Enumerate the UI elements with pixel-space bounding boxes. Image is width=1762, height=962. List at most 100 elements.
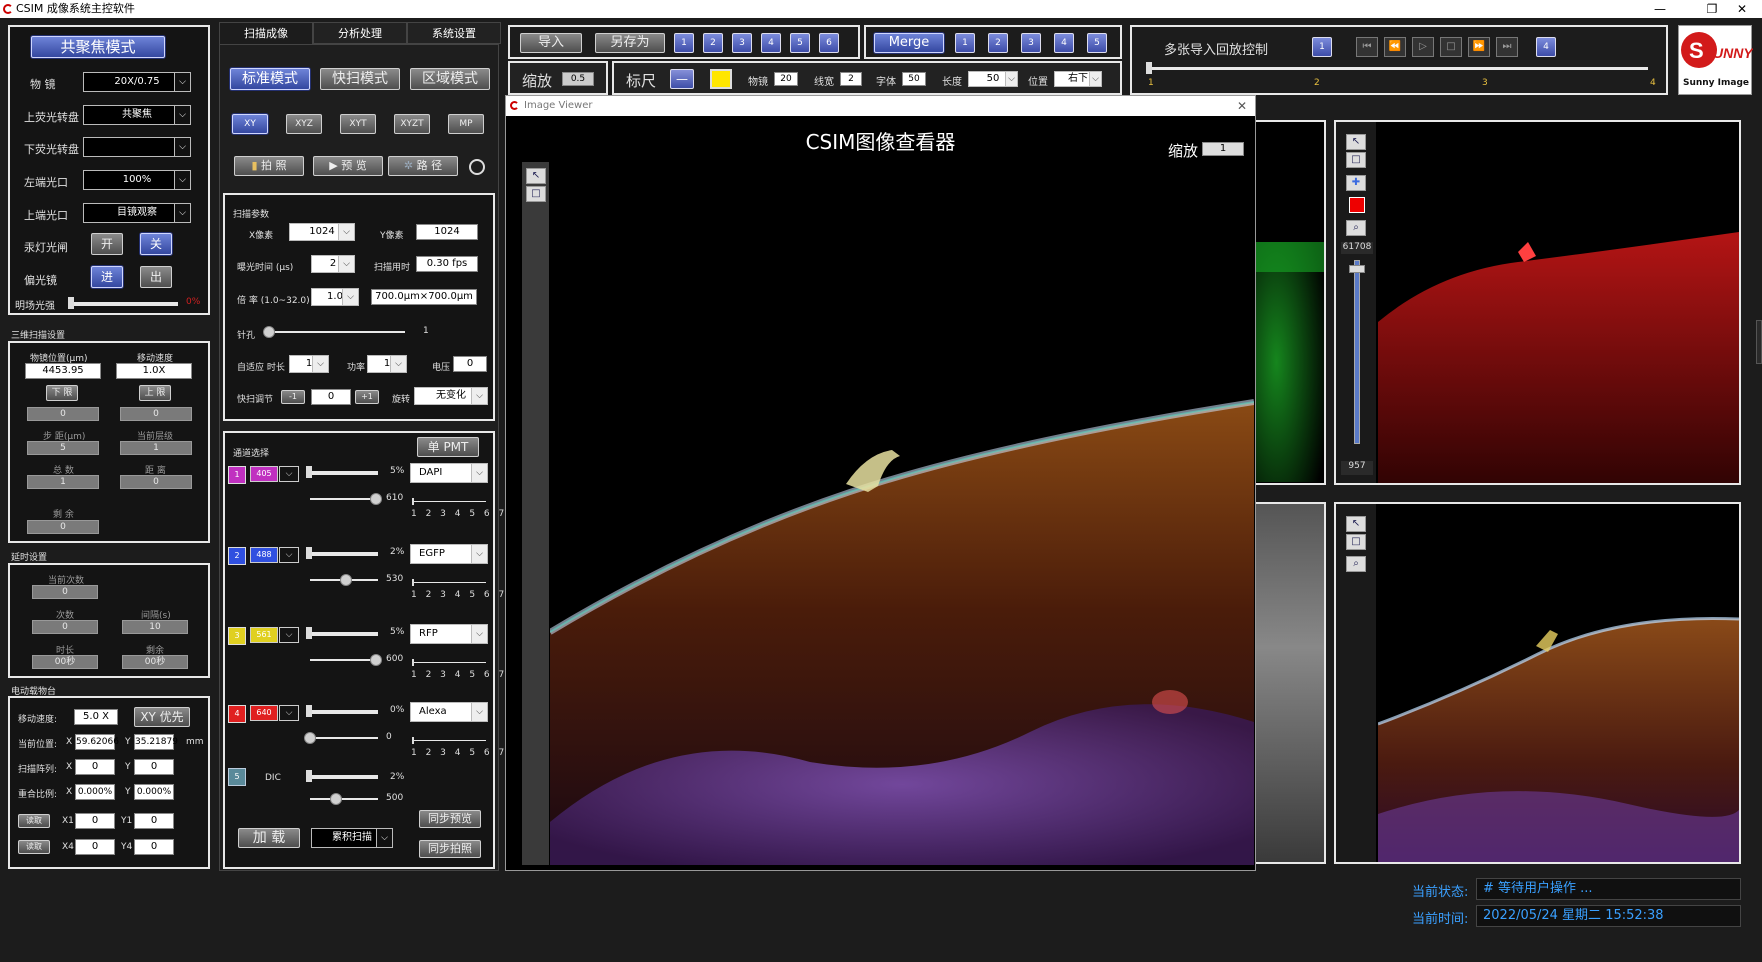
detector-handle[interactable] [412,579,414,586]
gain-slider[interactable] [310,737,378,739]
last-frame-icon[interactable]: ⏭ [1496,37,1518,57]
upper-limit-button[interactable]: 上 限 [139,385,171,401]
playback-end-button[interactable]: 4 [1536,37,1556,57]
playback-start-button[interactable]: 1 [1312,37,1332,57]
save-as-button[interactable]: 另存为 [595,33,665,53]
rewind-icon[interactable]: ⏪ [1384,37,1406,57]
scan-type-xyzt[interactable]: XYZT [394,114,430,134]
ruler-obj-field[interactable]: 20 [774,72,798,86]
laser-power-slider[interactable] [306,471,378,475]
preview-button[interactable]: ▶ 预 览 [313,156,383,176]
ruler-font-field[interactable]: 50 [902,72,926,86]
scan-x-field[interactable]: 0 [75,759,115,775]
gain-slider-handle[interactable] [304,732,316,744]
rect-select-icon[interactable]: □ [1346,534,1366,550]
fast-scan-mode-button[interactable]: 快扫模式 [320,68,400,90]
voltage-field[interactable]: 0 [453,356,487,372]
laser-power-slider[interactable] [306,710,378,714]
viewer-zoom-field[interactable]: 1 [1202,142,1244,156]
detector-slider[interactable] [412,501,486,502]
scan-y-field[interactable]: 0 [134,759,174,775]
upper-fl-select[interactable]: 共聚焦 ⌵ [83,105,191,125]
gain-slider-handle[interactable] [339,574,352,586]
top-zoom-field[interactable]: 0.5 [562,72,594,86]
merge-view-button-4[interactable]: 4 [1054,33,1074,53]
x1-field[interactable]: 0 [75,813,115,829]
dye-select[interactable]: RFP ⌵ [410,624,488,644]
confocal-mode-button[interactable]: 共聚焦模式 [31,36,165,58]
channel-view-button-2[interactable]: 2 [703,33,723,53]
x-pixel-select[interactable]: 1024 ⌵ [289,223,355,241]
top-port-select[interactable]: 目镜观察 ⌵ [83,203,191,223]
lower-limit-button[interactable]: 下 限 [46,385,78,401]
brightfield-slider-handle[interactable] [68,297,74,309]
laser-power-handle[interactable] [306,627,312,639]
polarizer-in-button[interactable]: 进 [91,266,123,288]
stage-speed-field[interactable]: 5.0 X [74,709,118,725]
pinhole-slider-track[interactable] [265,331,405,333]
power-select[interactable]: 1 ⌵ [367,355,407,373]
move-speed-field[interactable]: 1.0X [116,363,192,379]
pinhole-slider-handle[interactable] [263,326,275,338]
laser-power-handle[interactable] [306,705,312,717]
detector-handle[interactable] [412,498,414,505]
fast-adjust-field[interactable]: 0 [311,389,351,405]
merge-view-button-5[interactable]: 5 [1087,33,1107,53]
tab-analysis[interactable]: 分析处理 [313,22,407,44]
ruler-pos-select[interactable]: 右下 ⌵ [1054,71,1102,87]
add-icon[interactable]: ✚ [1346,175,1366,191]
gain-slider[interactable] [310,659,378,661]
gain-slider-handle[interactable] [370,493,382,505]
fast-forward-icon[interactable]: ⏩ [1468,37,1490,57]
load-button[interactable]: 加 载 [238,828,300,848]
channel-toggle[interactable]: 4 [228,705,246,723]
ruler-toggle-button[interactable]: — [670,69,694,89]
sync-preview-button[interactable]: 同步预览 [419,810,481,828]
gain-slider[interactable] [310,498,378,500]
dye-select[interactable]: Alexa ⌵ [410,702,488,722]
lower-fl-select[interactable]: ⌵ [83,137,191,157]
merge-view-button-2[interactable]: 2 [988,33,1008,53]
channel-view-button-4[interactable]: 4 [761,33,781,53]
dye-select[interactable]: EGFP ⌵ [410,544,488,564]
chevron-down-icon[interactable]: ⌵ [279,705,299,721]
scan-type-xyt[interactable]: XYT [340,114,376,134]
channel-view-button-5[interactable]: 5 [790,33,810,53]
dye-select[interactable]: DAPI ⌵ [410,463,488,483]
channel-view-button-1[interactable]: 1 [674,33,694,53]
play-icon[interactable]: ▷ [1412,37,1434,57]
y1-field[interactable]: 0 [134,813,174,829]
laser-power-slider[interactable] [306,632,378,636]
dic-gain-handle[interactable] [330,793,342,805]
tab-scan-imaging[interactable]: 扫描成像 [219,22,313,44]
import-button[interactable]: 导入 [520,33,582,53]
sync-photo-button[interactable]: 同步拍照 [419,840,481,858]
read-button-2[interactable]: 读取 [18,840,50,854]
standard-mode-button[interactable]: 标准模式 [230,68,310,90]
chevron-down-icon[interactable]: ⌵ [279,466,299,482]
zoom-select[interactable]: 1.0 ⌵ [311,288,359,306]
merge-view-button-3[interactable]: 3 [1021,33,1041,53]
x4-field[interactable]: 0 [75,839,115,855]
xy-priority-button[interactable]: XY 优先 [134,707,190,727]
scan-type-xyz[interactable]: XYZ [286,114,322,134]
exposure-select[interactable]: 2 ⌵ [311,255,355,273]
detector-slider[interactable] [412,582,486,583]
channel-toggle[interactable]: 3 [228,627,246,645]
objective-select[interactable]: 20X/0.75 ⌵ [83,72,191,92]
polarizer-out-button[interactable]: 出 [140,266,172,288]
y-pixel-field[interactable]: 1024 [416,224,478,240]
channel-view-button-3[interactable]: 3 [732,33,752,53]
dic-gain-slider[interactable] [310,798,378,800]
detector-handle[interactable] [412,737,414,744]
merge-view-button-1[interactable]: 1 [955,33,975,53]
dic-toggle[interactable]: 5 [228,768,246,786]
region-mode-button[interactable]: 区域模式 [410,68,490,90]
adaptive-select[interactable]: 1 ⌵ [289,355,329,373]
channel-toggle[interactable]: 1 [228,466,246,484]
zoom-icon[interactable]: ⌕ [1346,220,1366,236]
color-red-swatch[interactable] [1349,197,1365,213]
laser-power-slider[interactable] [306,552,378,556]
zoom-icon[interactable]: ⌕ [1346,556,1366,572]
brightfield-slider-track[interactable] [68,302,178,306]
